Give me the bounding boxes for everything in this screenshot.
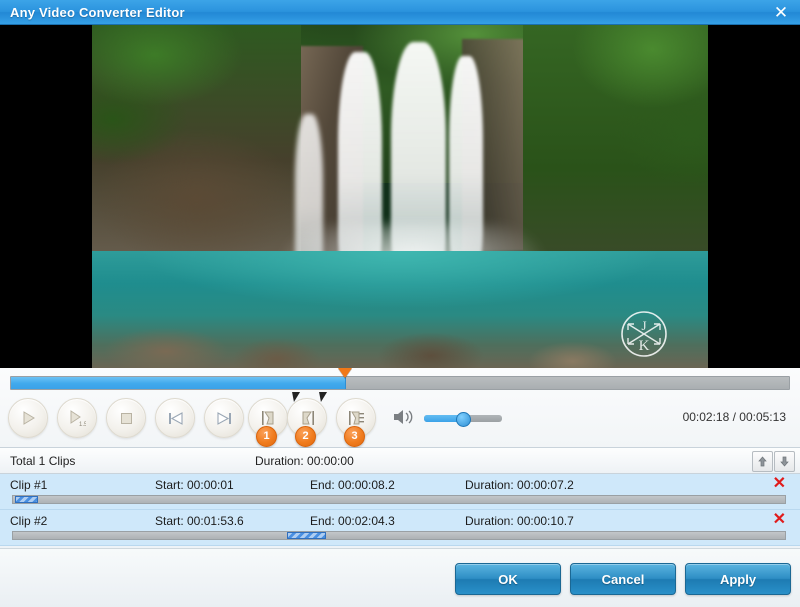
clip-end: End: 00:02:04.3	[310, 514, 395, 528]
clip-list-header: Total 1 Clips Duration: 00:00:00	[0, 448, 800, 474]
play-button[interactable]	[8, 398, 48, 438]
watermark-logo-icon: J K	[621, 311, 667, 357]
close-icon[interactable]: ✕	[768, 2, 794, 23]
video-scene-waterfall	[92, 25, 708, 368]
skip-backward-icon	[168, 411, 183, 425]
video-preview-area[interactable]: J K	[0, 25, 800, 368]
clip-duration: Duration: 00:00:07.2	[465, 478, 574, 492]
skip-forward-icon	[216, 411, 231, 425]
stop-button[interactable]	[106, 398, 146, 438]
clip-name: Clip #2	[10, 514, 48, 528]
delete-clip-icon[interactable]: ✕	[773, 512, 786, 528]
clip-duration: Duration: 00:00:10.7	[465, 514, 574, 528]
arrow-down-icon	[780, 456, 789, 467]
volume-slider[interactable]	[424, 412, 502, 427]
cancel-button[interactable]: Cancel	[570, 563, 676, 595]
seek-playhead-icon[interactable]	[338, 368, 353, 378]
add-clip-icon	[349, 411, 364, 425]
set-end-icon	[302, 411, 314, 425]
window-title: Any Video Converter Editor	[10, 4, 185, 20]
add-clip-badge: 3	[344, 426, 365, 447]
seek-track[interactable]	[10, 376, 790, 390]
ok-button[interactable]: OK	[455, 563, 561, 595]
clip-range-track[interactable]	[12, 531, 786, 540]
svg-text:1.5: 1.5	[79, 422, 86, 427]
table-row[interactable]: Clip #1 Start: 00:00:01 End: 00:00:08.2 …	[0, 474, 800, 510]
seek-bar[interactable]	[10, 368, 790, 402]
time-display: 00:02:18 / 00:05:13	[682, 410, 786, 424]
volume-fill	[424, 415, 459, 422]
previous-frame-button[interactable]	[155, 398, 195, 438]
total-duration-label: Duration: 00:00:00	[255, 454, 354, 468]
scene-foliage-right	[523, 25, 708, 266]
dialog-footer: OK Cancel Apply	[0, 548, 800, 607]
player-controls: 1.5 1 2 3 00:02:18 / 00:05:13	[0, 368, 800, 448]
set-start-icon	[261, 411, 273, 425]
svg-text:K: K	[639, 338, 650, 354]
set-end-badge: 2	[295, 426, 316, 447]
clip-range-segment[interactable]	[287, 532, 326, 539]
table-row[interactable]: Clip #2 Start: 00:01:53.6 End: 00:02:04.…	[0, 510, 800, 546]
play-icon	[23, 411, 35, 425]
video-frame: J K	[92, 25, 708, 368]
editor-window: Any Video Converter Editor ✕ J K 1.5 1 2…	[0, 0, 800, 607]
speaker-icon[interactable]	[393, 408, 415, 426]
move-up-button[interactable]	[752, 451, 773, 472]
title-bar: Any Video Converter Editor ✕	[0, 0, 800, 25]
clip-end: End: 00:00:08.2	[310, 478, 395, 492]
set-start-badge: 1	[256, 426, 277, 447]
stop-icon	[120, 412, 132, 424]
arrow-up-icon	[758, 456, 767, 467]
transport-buttons: 1.5 1 2 3 00:02:18 / 00:05:13	[0, 396, 800, 447]
clip-range-track[interactable]	[12, 495, 786, 504]
clip-name: Clip #1	[10, 478, 48, 492]
clip-range-segment[interactable]	[15, 496, 39, 503]
delete-clip-icon[interactable]: ✕	[773, 476, 786, 492]
play-speed-button[interactable]: 1.5	[57, 398, 97, 438]
volume-knob[interactable]	[455, 412, 471, 427]
move-down-button[interactable]	[774, 451, 795, 472]
total-clips-label: Total 1 Clips	[10, 454, 76, 468]
apply-button[interactable]: Apply	[685, 563, 791, 595]
play-1.5x-icon: 1.5	[70, 409, 86, 427]
svg-text:J: J	[641, 318, 646, 333]
clip-start: Start: 00:01:53.6	[155, 514, 244, 528]
scene-foliage-left	[92, 25, 302, 272]
seek-fill	[11, 377, 346, 389]
clip-start: Start: 00:00:01	[155, 478, 234, 492]
next-frame-button[interactable]	[204, 398, 244, 438]
scene-rocks	[92, 313, 708, 368]
